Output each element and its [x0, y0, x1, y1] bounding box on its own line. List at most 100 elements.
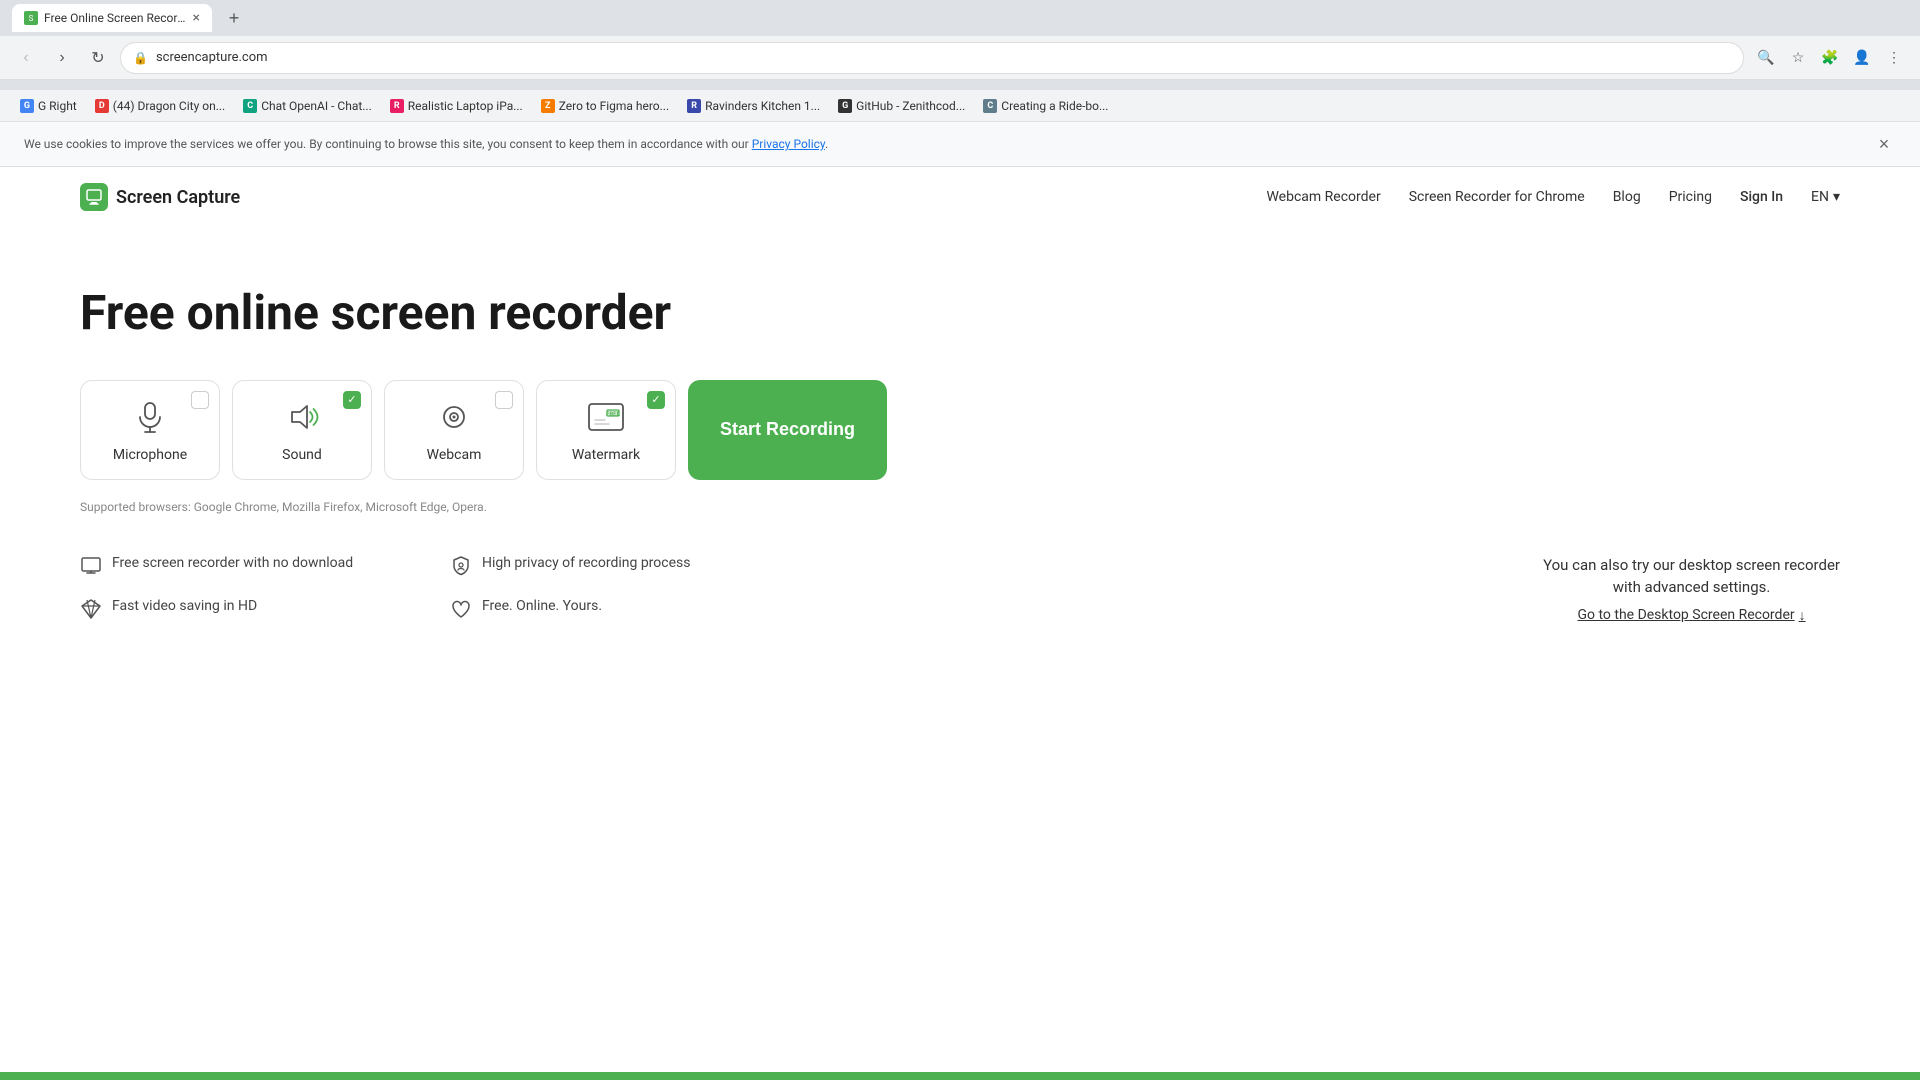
bookmark-favicon: D: [95, 99, 109, 113]
hero-bottom: Free screen recorder with no download Hi…: [80, 554, 1840, 650]
back-button[interactable]: ‹: [12, 44, 40, 72]
feature-free-online: Free. Online. Yours.: [450, 597, 760, 620]
cookie-banner: We use cookies to improve the services w…: [0, 122, 1920, 167]
browser-chrome: S Free Online Screen Recorder | C... × +…: [0, 0, 1920, 90]
site-logo[interactable]: Screen Capture: [80, 183, 240, 211]
bookmark-label: GitHub - Zenithcod...: [856, 99, 965, 113]
cookie-text: We use cookies to improve the services w…: [24, 137, 828, 151]
tab-favicon: S: [24, 11, 38, 25]
chevron-down-icon: ▾: [1833, 189, 1840, 205]
bookmark-label: (44) Dragon City on...: [113, 99, 225, 113]
bookmark-dragon-city[interactable]: D (44) Dragon City on...: [87, 96, 233, 116]
browser-nav-bar: ‹ › ↻ 🔒 screencapture.com 🔍 ☆ 🧩 👤 ⋮: [0, 36, 1920, 80]
bookmark-label: Zero to Figma hero...: [559, 99, 669, 113]
watermark-label: Watermark: [572, 447, 640, 463]
feature-free-online-text: Free. Online. Yours.: [482, 597, 602, 617]
logo-icon: [80, 183, 108, 211]
webcam-option-card[interactable]: Webcam: [384, 380, 524, 480]
microphone-label: Microphone: [113, 447, 187, 463]
bookmark-label: Chat OpenAI - Chat...: [261, 99, 372, 113]
desktop-cta: You can also try our desktop screen reco…: [1543, 554, 1840, 624]
bookmark-favicon: R: [390, 99, 404, 113]
feature-high-privacy: High privacy of recording process: [450, 554, 760, 577]
features-list: Free screen recorder with no download Hi…: [80, 554, 760, 620]
browser-title-bar: S Free Online Screen Recorder | C... × +: [0, 0, 1920, 36]
bookmark-label: G Right: [38, 99, 77, 113]
diamond-icon: [80, 598, 102, 620]
reload-button[interactable]: ↻: [84, 44, 112, 72]
microphone-option-card[interactable]: Microphone: [80, 380, 220, 480]
profile-icon[interactable]: 👤: [1848, 44, 1876, 72]
bookmark-favicon: R: [687, 99, 701, 113]
nav-sign-in[interactable]: Sign In: [1740, 189, 1783, 205]
feature-hd-text: Fast video saving in HD: [112, 597, 257, 617]
sound-option-card[interactable]: ✓ Sound: [232, 380, 372, 480]
webcam-icon: [434, 397, 474, 437]
watermark-checkbox[interactable]: ✓: [647, 391, 665, 409]
lock-icon: 🔒: [133, 51, 148, 65]
extensions-icon[interactable]: 🧩: [1816, 44, 1844, 72]
monitor-icon: [80, 555, 102, 577]
sound-icon: [282, 397, 322, 437]
nav-links: Webcam Recorder Screen Recorder for Chro…: [1266, 189, 1840, 205]
shield-icon: [450, 555, 472, 577]
address-bar[interactable]: 🔒 screencapture.com: [120, 42, 1744, 74]
site-navigation: Screen Capture Webcam Recorder Screen Re…: [0, 167, 1920, 227]
website-content: We use cookies to improve the services w…: [0, 122, 1920, 922]
menu-icon[interactable]: ⋮: [1880, 44, 1908, 72]
bookmark-g-right[interactable]: G G Right: [12, 96, 85, 116]
nav-link-screen-recorder-chrome[interactable]: Screen Recorder for Chrome: [1409, 189, 1585, 205]
microphone-icon: [130, 397, 170, 437]
desktop-cta-link[interactable]: Go to the Desktop Screen Recorder ↓: [1543, 607, 1840, 624]
bookmark-github[interactable]: G GitHub - Zenithcod...: [830, 96, 973, 116]
bookmark-realistic-laptop[interactable]: R Realistic Laptop iPa...: [382, 96, 531, 116]
watermark-option-card[interactable]: ✓ FREE Watermark: [536, 380, 676, 480]
bookmark-favicon: C: [983, 99, 997, 113]
url-text: screencapture.com: [156, 50, 1731, 65]
desktop-cta-text: You can also try our desktop screen reco…: [1543, 554, 1840, 599]
bookmark-favicon: G: [20, 99, 34, 113]
supported-browsers-text: Supported browsers: Google Chrome, Mozil…: [80, 500, 487, 514]
tab-close-btn[interactable]: ×: [193, 10, 200, 26]
bookmark-favicon: Z: [541, 99, 555, 113]
nav-link-blog[interactable]: Blog: [1613, 189, 1641, 205]
bookmark-chat-openai[interactable]: C Chat OpenAI - Chat...: [235, 96, 380, 116]
feature-no-download-text: Free screen recorder with no download: [112, 554, 353, 574]
sound-label: Sound: [282, 447, 322, 463]
hero-section: Free online screen recorder Microphone: [0, 227, 1920, 690]
bookmark-label: Creating a Ride-bo...: [1001, 99, 1108, 113]
new-tab-button[interactable]: +: [220, 4, 248, 32]
cookie-close-button[interactable]: ×: [1872, 132, 1896, 156]
tab-title: Free Online Screen Recorder | C...: [44, 11, 187, 25]
nav-link-pricing[interactable]: Pricing: [1669, 189, 1712, 205]
bookmark-creating-ride[interactable]: C Creating a Ride-bo...: [975, 96, 1116, 116]
sound-checkbox[interactable]: ✓: [343, 391, 361, 409]
feature-no-download: Free screen recorder with no download: [80, 554, 390, 577]
forward-button[interactable]: ›: [48, 44, 76, 72]
nav-link-webcam-recorder[interactable]: Webcam Recorder: [1266, 189, 1380, 205]
nav-language-selector[interactable]: EN ▾: [1811, 189, 1840, 205]
watermark-icon: FREE: [586, 397, 626, 437]
start-recording-button[interactable]: Start Recording: [688, 380, 887, 480]
svg-text:FREE: FREE: [606, 411, 621, 418]
search-icon[interactable]: 🔍: [1752, 44, 1780, 72]
feature-hd-saving: Fast video saving in HD: [80, 597, 390, 620]
feature-high-privacy-text: High privacy of recording process: [482, 554, 690, 574]
bookmark-zero-figma[interactable]: Z Zero to Figma hero...: [533, 96, 677, 116]
microphone-checkbox[interactable]: [191, 391, 209, 409]
hero-title: Free online screen recorder: [80, 287, 671, 340]
browser-tab-active[interactable]: S Free Online Screen Recorder | C... ×: [12, 4, 212, 32]
webcam-label: Webcam: [427, 447, 482, 463]
bookmark-label: Realistic Laptop iPa...: [408, 99, 523, 113]
logo-text: Screen Capture: [116, 187, 240, 208]
download-arrow-icon: ↓: [1799, 607, 1806, 624]
green-bottom-bar: [0, 1072, 1920, 1080]
recording-options: Microphone ✓ Sound: [80, 380, 887, 480]
bookmark-icon[interactable]: ☆: [1784, 44, 1812, 72]
privacy-policy-link[interactable]: Privacy Policy: [752, 137, 825, 151]
webcam-checkbox[interactable]: [495, 391, 513, 409]
bookmark-favicon: G: [838, 99, 852, 113]
features-grid: Free screen recorder with no download Hi…: [80, 554, 1543, 650]
bookmark-ravinders[interactable]: R Ravinders Kitchen 1...: [679, 96, 828, 116]
nav-actions: 🔍 ☆ 🧩 👤 ⋮: [1752, 44, 1908, 72]
